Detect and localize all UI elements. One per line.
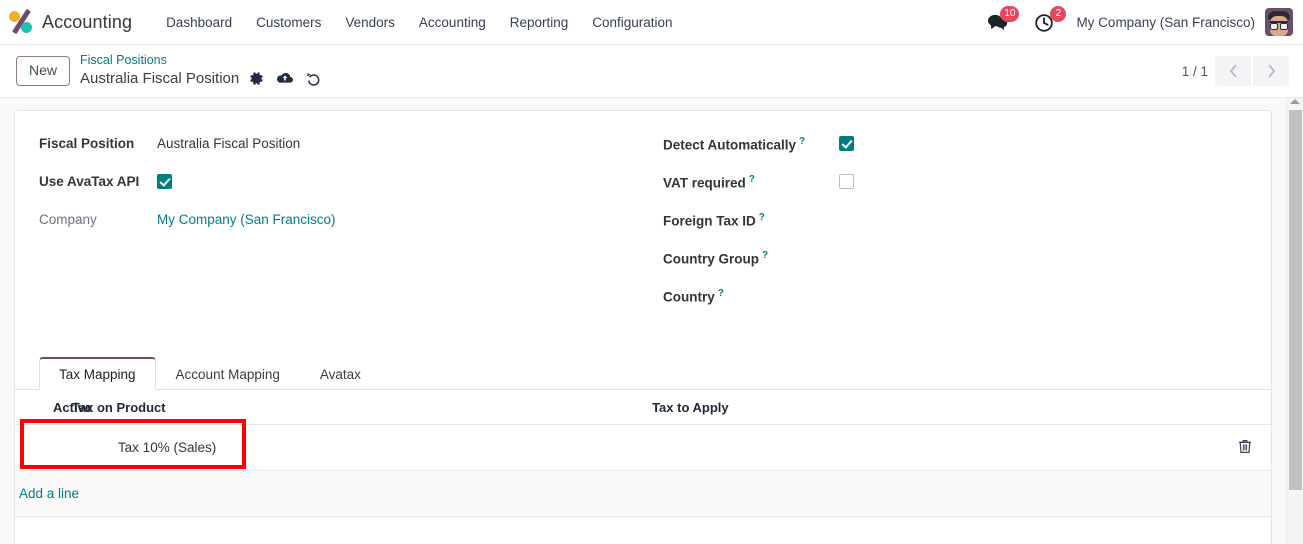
form-content-area: Fiscal Position Australia Fiscal Positio… [0,98,1303,544]
save-cloud-upload-icon[interactable] [276,71,294,86]
main-menu: Dashboard Customers Vendors Accounting R… [154,9,685,36]
field-company: Company My Company (San Francisco) [39,209,623,233]
detect-automatically-label-text: Detect Automatically [663,137,797,153]
messages-badge: 10 [1000,5,1020,22]
menu-item-vendors[interactable]: Vendors [333,9,407,36]
activities-badge: 2 [1050,5,1067,22]
field-country: Country? [663,285,1251,309]
settings-gear-icon[interactable] [249,71,264,86]
breadcrumb-parent-link[interactable]: Fiscal Positions [80,53,322,69]
record-pager: 1 / 1 [1182,56,1289,86]
company-switcher[interactable]: My Company (San Francisco) [1068,15,1265,30]
navbar-right-tools: 10 2 My Company (San Francisco) [974,0,1293,45]
menu-item-reporting[interactable]: Reporting [498,9,581,36]
vat-required-label-text: VAT required [663,175,746,191]
tab-avatax[interactable]: Avatax [300,357,381,390]
chevron-left-icon [1229,64,1236,78]
country-group-label: Country Group? [663,247,839,269]
sheet-tail-space [15,517,1271,544]
discard-undo-icon[interactable] [306,71,322,86]
foreign-tax-id-help-icon[interactable]: ? [759,212,765,223]
column-header-tax-on-product[interactable]: Tax on Product [67,390,649,425]
menu-item-accounting[interactable]: Accounting [407,9,498,36]
record-form-sheet: Fiscal Position Australia Fiscal Positio… [14,110,1272,544]
messages-button[interactable]: 10 [974,0,1021,45]
scrollbar-thumb[interactable] [1289,110,1302,490]
cell-active[interactable] [15,424,68,471]
add-a-line-button[interactable]: Add a line [19,486,79,501]
vat-required-checkbox[interactable] [839,174,854,189]
odoo-logo-icon [8,8,34,35]
country-label: Country? [663,285,839,307]
column-header-active[interactable]: Active [15,390,92,425]
scroll-up-arrow-icon[interactable] [1290,99,1300,104]
foreign-tax-id-label: Foreign Tax ID? [663,209,839,231]
country-help-icon[interactable]: ? [718,288,724,299]
field-vat-required: VAT required? [663,171,1251,195]
country-group-help-icon[interactable]: ? [762,250,768,261]
tab-account-mapping[interactable]: Account Mapping [156,357,300,390]
field-fiscal-position: Fiscal Position Australia Fiscal Positio… [39,133,623,157]
chevron-right-icon [1268,64,1275,78]
cell-tax-to-apply[interactable] [648,424,1219,471]
table-row[interactable]: Tax 10% (Sales) [15,424,1271,471]
tax-mapping-table: Active Tax on Product Tax to Apply Tax 1… [15,390,1271,517]
country-group-label-text: Country Group [663,251,759,267]
use-avatax-api-checkbox[interactable] [157,174,172,189]
breadcrumb: Fiscal Positions Australia Fiscal Positi… [80,53,322,88]
detect-automatically-checkbox[interactable] [839,136,854,151]
add-line-cell: Add a line [15,470,1271,517]
table-header-row: Active Tax on Product Tax to Apply [15,390,1271,425]
app-brand[interactable]: Accounting [8,8,133,35]
user-avatar[interactable] [1265,8,1293,36]
top-navbar: Accounting Dashboard Customers Vendors A… [0,0,1303,45]
form-group-right: Detect Automatically? VAT required? Fore… [643,133,1271,323]
activities-button[interactable]: 2 [1021,0,1068,45]
notebook-tabs: Tax Mapping Account Mapping Avatax [15,357,1271,390]
field-country-group: Country Group? [663,247,1251,271]
fiscal-position-value[interactable]: Australia Fiscal Position [157,133,300,153]
vat-required-label: VAT required? [663,171,839,193]
tab-tax-mapping[interactable]: Tax Mapping [39,357,156,390]
company-value[interactable]: My Company (San Francisco) [157,209,336,229]
use-avatax-api-label: Use AvaTax API [39,174,140,189]
menu-item-configuration[interactable]: Configuration [580,9,684,36]
field-use-avatax-api: Use AvaTax API [39,171,623,195]
pager-previous-button[interactable] [1215,56,1251,86]
form-field-groups: Fiscal Position Australia Fiscal Positio… [15,127,1271,323]
control-panel: New Fiscal Positions Australia Fiscal Po… [0,45,1303,98]
fiscal-position-label: Fiscal Position [39,136,135,151]
vat-required-help-icon[interactable]: ? [749,174,755,185]
menu-item-customers[interactable]: Customers [244,9,333,36]
country-label-text: Country [663,289,715,305]
record-title: Australia Fiscal Position [80,70,240,88]
column-header-tax-to-apply[interactable]: Tax to Apply [648,390,1219,425]
form-group-left: Fiscal Position Australia Fiscal Positio… [15,133,643,323]
new-button[interactable]: New [16,56,71,86]
foreign-tax-id-label-text: Foreign Tax ID [663,213,756,229]
vertical-scrollbar[interactable] [1286,98,1303,544]
add-line-row: Add a line [15,470,1271,517]
field-detect-automatically: Detect Automatically? [663,133,1251,157]
tax-mapping-list: Active Tax on Product Tax to Apply Tax 1… [15,390,1271,544]
pager-next-button[interactable] [1253,56,1289,86]
detect-automatically-help-icon[interactable]: ? [799,136,805,147]
cell-tax-on-product[interactable]: Tax 10% (Sales) [67,424,649,471]
company-label: Company [39,212,97,227]
detect-automatically-label: Detect Automatically? [663,133,839,155]
pager-value[interactable]: 1 / 1 [1182,64,1208,79]
field-foreign-tax-id: Foreign Tax ID? [663,209,1251,233]
column-header-actions [1218,390,1271,425]
app-name: Accounting [42,11,133,32]
notebook: Tax Mapping Account Mapping Avatax Activ… [15,357,1271,544]
menu-item-dashboard[interactable]: Dashboard [154,9,244,36]
cell-delete [1218,424,1271,471]
trash-icon[interactable] [1238,438,1252,454]
